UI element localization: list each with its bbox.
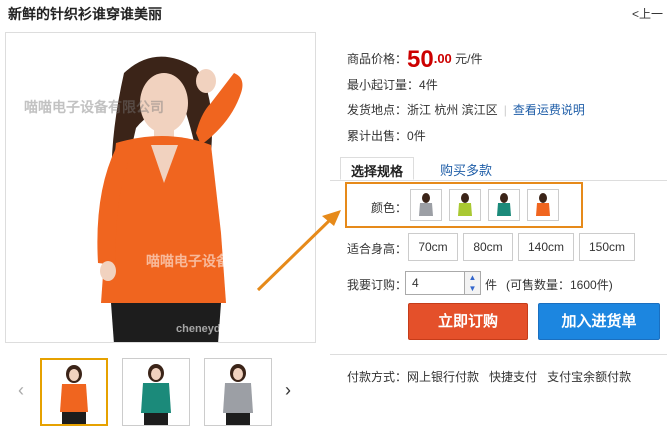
min-order-value: 4件 bbox=[419, 78, 438, 92]
price-label: 商品价格： bbox=[347, 52, 408, 67]
shipping-info-link[interactable]: 查看运费说明 bbox=[513, 103, 585, 117]
sold-row: 累计出售：0件 bbox=[347, 127, 426, 144]
size-option[interactable]: 70cm bbox=[408, 233, 458, 261]
ship-from-label: 发货地点： bbox=[347, 103, 408, 117]
color-label: 颜色： bbox=[371, 201, 408, 215]
watermark: 喵喵电子设备有限公司 bbox=[146, 253, 286, 269]
buy-now-button[interactable]: 立即订购 bbox=[408, 303, 528, 340]
size-option[interactable]: 80cm bbox=[463, 233, 513, 261]
quantity-stepper[interactable]: ▲ ▼ bbox=[465, 271, 481, 295]
payment-method: 支付宝余额付款 bbox=[547, 370, 632, 384]
price-decimal: .00 bbox=[433, 51, 452, 67]
color-swatch-orange[interactable] bbox=[527, 189, 559, 221]
color-swatch-teal[interactable] bbox=[488, 189, 520, 221]
tab-buy-multiple[interactable]: 购买多款 bbox=[430, 157, 502, 180]
ship-from-row: 发货地点：浙江 杭州 滨江区 | 查看运费说明 bbox=[347, 101, 585, 118]
watermark: 喵喵电子设备有限公司 bbox=[24, 99, 164, 115]
separator: | bbox=[503, 103, 507, 117]
thumbnail-gray[interactable] bbox=[204, 358, 272, 426]
sold-label: 累计出售： bbox=[347, 129, 408, 143]
payment-label: 付款方式： bbox=[347, 370, 408, 384]
price-unit: 元/件 bbox=[455, 52, 483, 67]
size-option[interactable]: 150cm bbox=[579, 233, 635, 261]
quantity-unit: 件 bbox=[485, 278, 498, 292]
min-order-row: 最小起订量：4件 bbox=[347, 76, 438, 93]
thumbnail-image bbox=[205, 359, 271, 425]
payment-row: 付款方式：网上银行付款 快捷支付 支付宝余额付款 bbox=[347, 368, 631, 385]
chevron-right-icon[interactable]: › bbox=[285, 380, 291, 401]
min-order-label: 最小起订量： bbox=[347, 78, 420, 92]
tab-select-spec[interactable]: 选择规格 bbox=[340, 157, 415, 180]
prev-product-link[interactable]: <上一 bbox=[632, 5, 663, 22]
caret-down-icon[interactable]: ▼ bbox=[465, 283, 480, 294]
swatch-image bbox=[489, 190, 519, 220]
thumbnail-image bbox=[42, 360, 106, 424]
product-title: 新鲜的针织衫谁穿谁美丽 bbox=[8, 6, 162, 22]
tab-divider bbox=[330, 180, 667, 181]
swatch-image bbox=[528, 190, 558, 220]
main-product-image: 喵喵电子设备有限公司 喵喵电子设备有限公司 cheneyd bbox=[5, 32, 316, 343]
size-option[interactable]: 140cm bbox=[518, 233, 574, 261]
size-label: 适合身高： bbox=[347, 242, 408, 256]
quantity-label: 我要订购： bbox=[347, 278, 408, 292]
chevron-left-icon[interactable]: ‹ bbox=[18, 380, 24, 401]
add-to-cart-button[interactable]: 加入进货单 bbox=[538, 303, 660, 340]
ship-from-value: 浙江 杭州 滨江区 bbox=[407, 103, 498, 117]
thumbnail-image bbox=[123, 359, 189, 425]
thumbnail-orange[interactable] bbox=[40, 358, 108, 426]
color-swatch-gray[interactable] bbox=[410, 189, 442, 221]
available-quantity: (可售数量：1600件) bbox=[506, 278, 613, 292]
watermark: cheneyd bbox=[176, 323, 221, 335]
payment-divider bbox=[330, 354, 667, 355]
color-swatch-yellow-green[interactable] bbox=[449, 189, 481, 221]
quantity-input[interactable] bbox=[405, 271, 465, 295]
sold-value: 0件 bbox=[407, 129, 426, 143]
price-integer: 50 bbox=[407, 46, 434, 73]
price-row: 商品价格：50.00 元/件 bbox=[347, 46, 482, 74]
model-photo bbox=[6, 33, 315, 342]
thumbnail-teal[interactable] bbox=[122, 358, 190, 426]
payment-method: 快捷支付 bbox=[489, 370, 538, 384]
caret-up-icon[interactable]: ▲ bbox=[465, 272, 480, 283]
swatch-image bbox=[450, 190, 480, 220]
swatch-image bbox=[411, 190, 441, 220]
payment-method: 网上银行付款 bbox=[407, 370, 480, 384]
